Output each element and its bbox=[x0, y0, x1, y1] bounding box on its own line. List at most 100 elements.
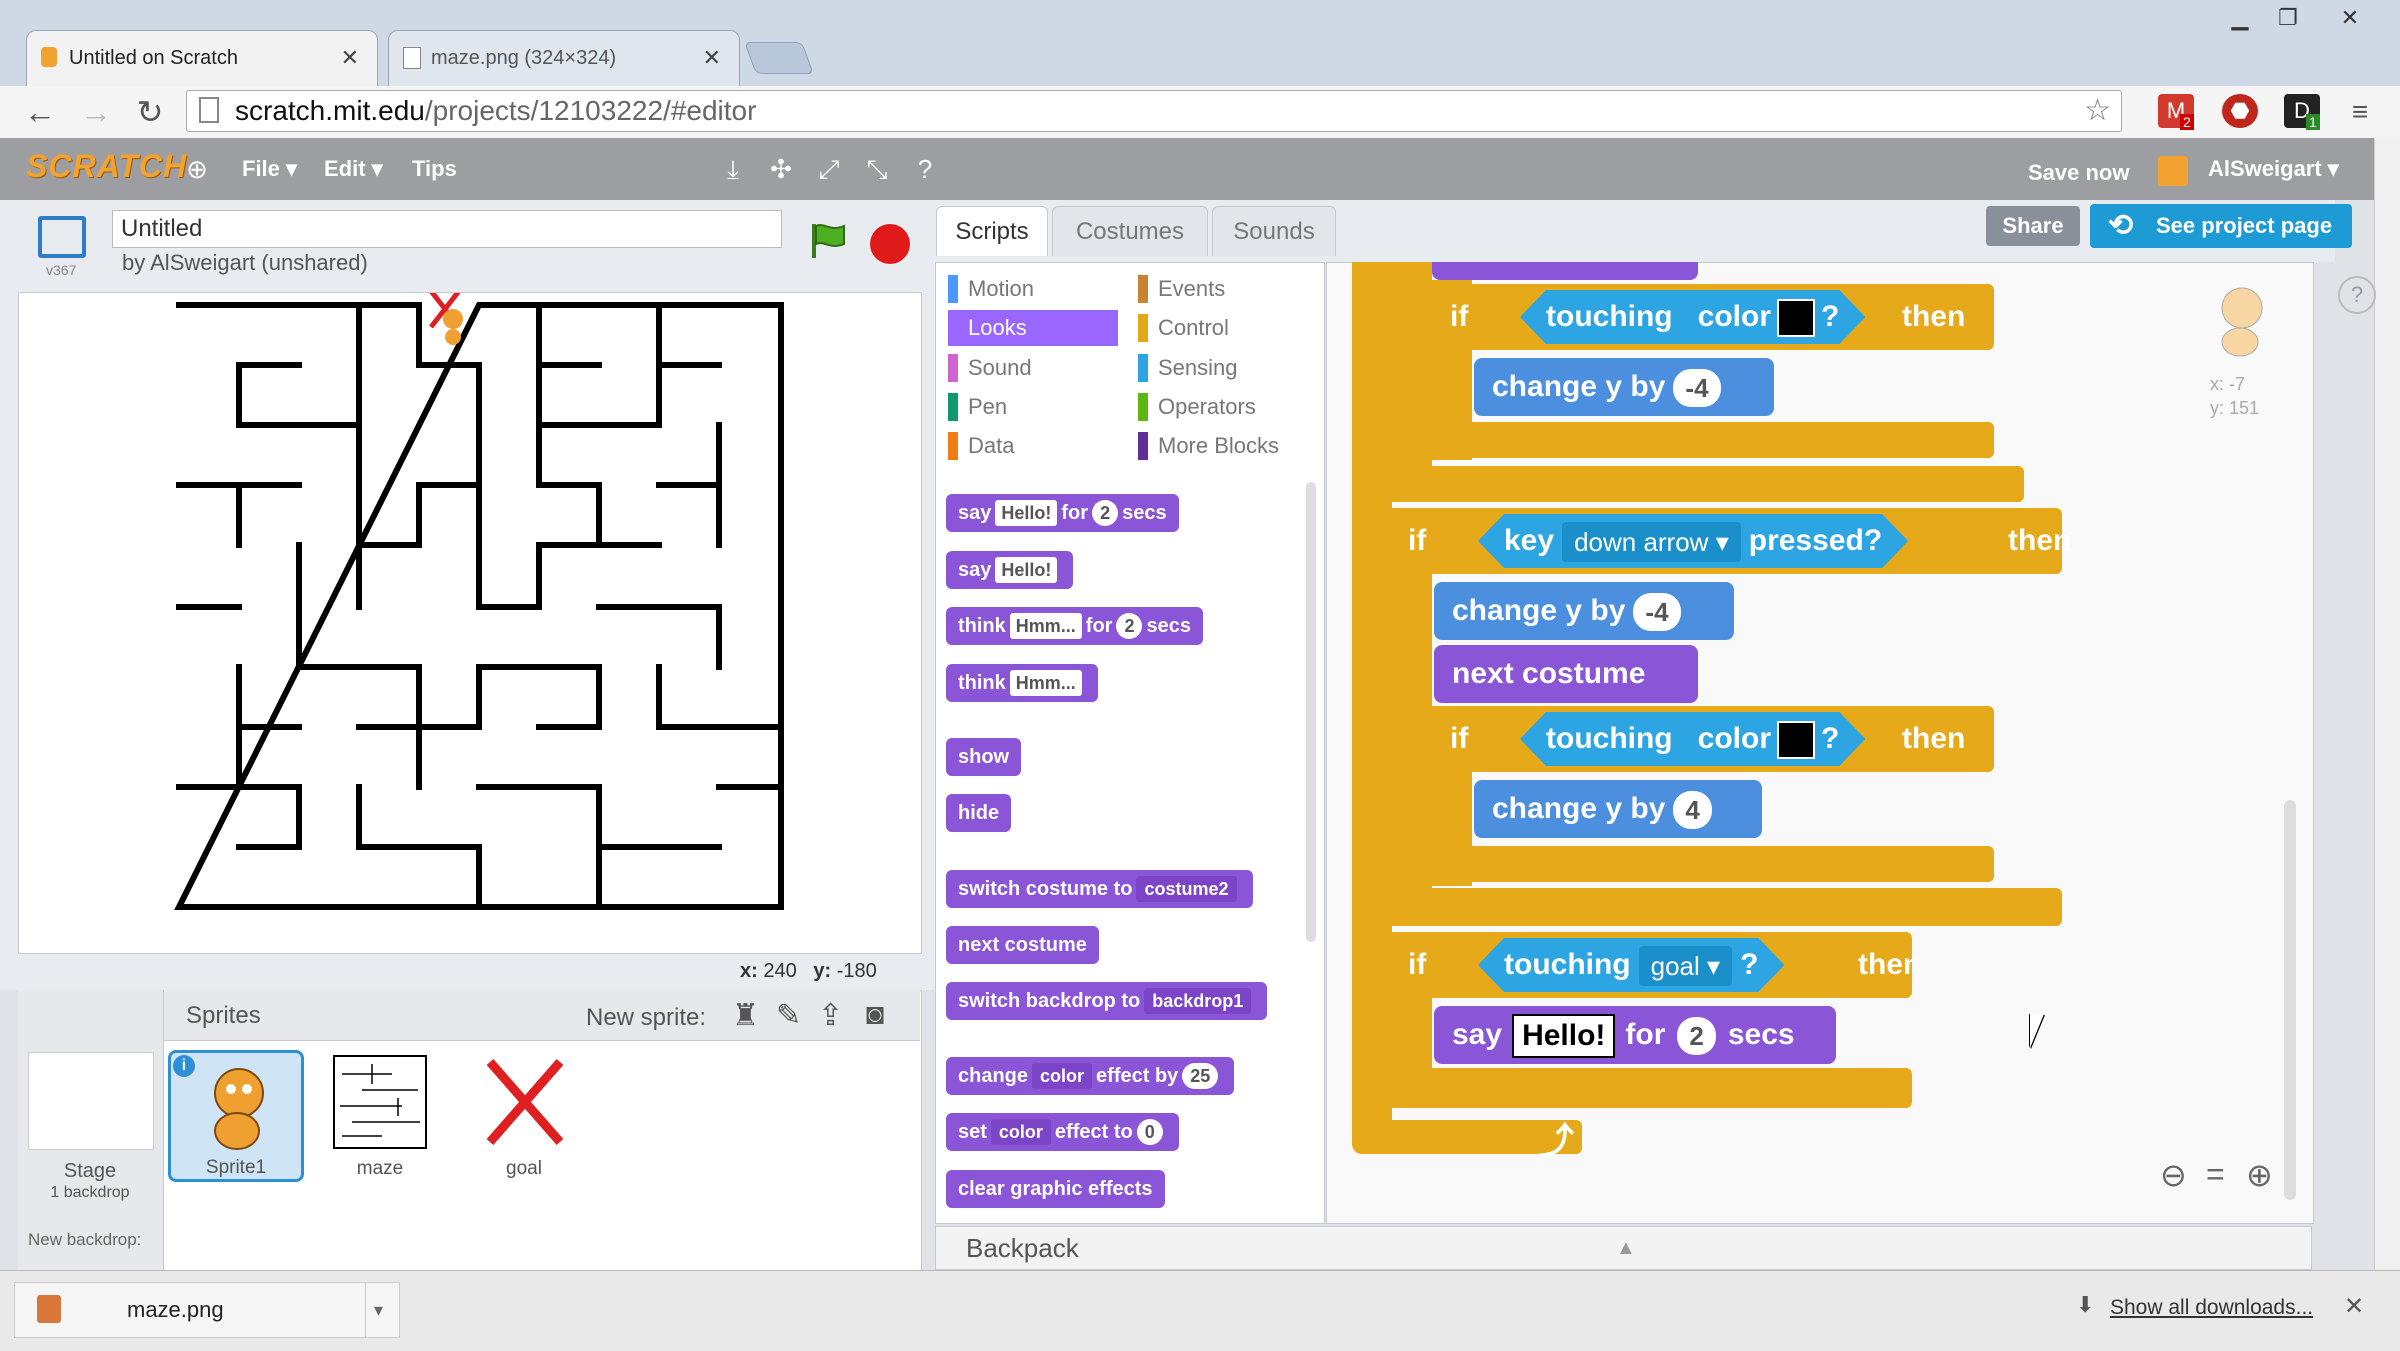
category-control[interactable]: Control bbox=[1138, 310, 1298, 346]
category-motion[interactable]: Motion bbox=[948, 271, 1108, 307]
minimize-icon[interactable]: ▁ bbox=[2220, 4, 2260, 32]
share-button[interactable]: Share bbox=[1986, 206, 2080, 246]
shrink-icon[interactable]: ⤡ bbox=[860, 152, 894, 186]
address-bar[interactable]: scratch.mit.edu/projects/12103222/#edito… bbox=[186, 90, 2122, 132]
paint-sprite-icon[interactable]: ✎ bbox=[776, 998, 801, 1033]
back-icon[interactable]: ← bbox=[20, 92, 60, 132]
help-icon[interactable]: ? bbox=[2338, 276, 2376, 314]
forward-icon[interactable]: → bbox=[76, 92, 116, 132]
block-set-effect[interactable]: set color effect to 0 bbox=[946, 1113, 1179, 1151]
save-now-button[interactable]: Save now bbox=[2028, 160, 2129, 186]
block-clear-graphic-effects[interactable]: clear graphic effects bbox=[946, 1170, 1165, 1208]
project-title-input[interactable]: Untitled bbox=[112, 210, 782, 248]
touching-sprite-sensor[interactable]: touching goal ▾? bbox=[1478, 938, 1784, 992]
if-touching-color-2-foot[interactable] bbox=[1432, 846, 1994, 882]
if-key-pressed-block[interactable]: if key down arrow ▾ pressed? then bbox=[1392, 508, 2071, 574]
color-swatch[interactable] bbox=[1777, 299, 1815, 337]
block-change-effect[interactable]: change color effect by 25 bbox=[946, 1057, 1235, 1095]
block-think[interactable]: think Hmm... bbox=[946, 664, 1098, 702]
close-download-bar-icon[interactable]: ✕ bbox=[2344, 1292, 2364, 1321]
tab-maze-png[interactable]: maze.png (324×324) ✕ bbox=[388, 30, 740, 86]
block-say-for-secs[interactable]: say Hello! for 2 secs bbox=[946, 494, 1179, 532]
grow-icon[interactable]: ⤢ bbox=[812, 152, 846, 186]
category-data[interactable]: Data bbox=[948, 428, 1108, 464]
sprite-library-icon[interactable]: ♜ bbox=[732, 998, 759, 1033]
backpack-panel[interactable]: Backpack ▲ bbox=[935, 1226, 2312, 1270]
if-touching-color-block-1[interactable]: if touching color? then bbox=[1432, 284, 1994, 350]
bookmark-star-icon[interactable]: ☆ bbox=[2084, 91, 2111, 131]
if-key-pressed-foot[interactable] bbox=[1392, 888, 2062, 926]
maximize-icon[interactable]: ❐ bbox=[2268, 4, 2308, 32]
tab-scratch[interactable]: Untitled on Scratch ✕ bbox=[26, 30, 378, 86]
block-show[interactable]: show bbox=[946, 738, 1022, 776]
globe-icon[interactable]: ⊕ bbox=[180, 152, 214, 186]
block-switch-backdrop[interactable]: switch backdrop to backdrop1 bbox=[946, 982, 1268, 1020]
previous-looks-block[interactable] bbox=[1432, 262, 1698, 280]
download-item[interactable]: maze.png ▾ bbox=[14, 1282, 400, 1338]
expand-up-icon[interactable]: ▲ bbox=[1616, 1227, 1636, 1269]
stop-icon[interactable] bbox=[870, 224, 910, 264]
scratch-logo[interactable]: SCRATCH bbox=[26, 148, 187, 185]
stage-thumbnail[interactable] bbox=[28, 1052, 154, 1150]
zoom-in-icon[interactable]: ⊕ bbox=[2246, 1156, 2273, 1194]
tab-sounds[interactable]: Sounds bbox=[1212, 206, 1336, 256]
download-options-icon[interactable]: ▾ bbox=[365, 1283, 383, 1337]
palette-scrollbar[interactable] bbox=[1306, 482, 1316, 942]
file-menu[interactable]: File ▾ bbox=[242, 156, 297, 182]
next-costume-block[interactable]: next costume bbox=[1434, 645, 1698, 703]
green-flag-icon[interactable] bbox=[808, 222, 848, 258]
show-all-downloads-link[interactable]: Show all downloads... bbox=[2110, 1296, 2313, 1320]
stage-canvas[interactable] bbox=[18, 292, 922, 954]
change-y-block-2[interactable]: change y by -4 bbox=[1434, 582, 1734, 640]
reload-icon[interactable]: ↻ bbox=[130, 92, 170, 132]
color-swatch[interactable] bbox=[1777, 721, 1815, 759]
menu-icon[interactable]: ≡ bbox=[2340, 92, 2380, 132]
category-pen[interactable]: Pen bbox=[948, 389, 1108, 425]
duplicate-icon[interactable]: ⤓ bbox=[716, 152, 750, 186]
block-say[interactable]: say Hello! bbox=[946, 551, 1074, 589]
block-hide[interactable]: hide bbox=[946, 794, 1012, 832]
if-group1-foot[interactable] bbox=[1392, 466, 2024, 502]
sprite-item-sprite1[interactable]: i Sprite1 bbox=[168, 1050, 304, 1182]
say-for-secs-block[interactable]: say Hello! for 2 secs bbox=[1434, 1006, 1836, 1064]
tab-costumes[interactable]: Costumes bbox=[1052, 206, 1208, 256]
zoom-reset-icon[interactable]: = bbox=[2206, 1156, 2225, 1193]
close-window-icon[interactable]: ✕ bbox=[2330, 4, 2370, 32]
if-touching-color-block-2[interactable]: if touching color? then bbox=[1432, 706, 1994, 772]
tab-scripts[interactable]: Scripts bbox=[936, 206, 1048, 256]
block-next-costume[interactable]: next costume bbox=[946, 926, 1099, 964]
fullscreen-icon[interactable] bbox=[38, 216, 86, 258]
outer-c-block-arm[interactable] bbox=[1352, 262, 1392, 1152]
category-looks[interactable]: Looks bbox=[948, 310, 1118, 346]
change-y-block-1[interactable]: change y by -4 bbox=[1474, 358, 1774, 416]
camera-icon[interactable]: ◙ bbox=[866, 998, 884, 1032]
sprite-item-goal[interactable]: goal bbox=[456, 1050, 592, 1182]
user-menu[interactable]: AlSweigart ▾ bbox=[2208, 156, 2339, 182]
edit-menu[interactable]: Edit ▾ bbox=[324, 156, 383, 182]
block-think-for-secs[interactable]: think Hmm... for 2 secs bbox=[946, 607, 1203, 645]
delete-icon[interactable]: ✣ bbox=[764, 152, 798, 186]
category-sensing[interactable]: Sensing bbox=[1138, 350, 1298, 386]
close-tab-icon[interactable]: ✕ bbox=[703, 45, 721, 71]
key-pressed-sensor[interactable]: key down arrow ▾ pressed? bbox=[1478, 514, 1908, 568]
category-sound[interactable]: Sound bbox=[948, 350, 1108, 386]
touching-color-sensor[interactable]: touching color? bbox=[1520, 290, 1865, 344]
adblock-extension-icon[interactable]: ⬣ bbox=[2222, 94, 2258, 128]
sprite-dropdown[interactable]: goal ▾ bbox=[1639, 946, 1732, 986]
if-touching-color-1-foot[interactable] bbox=[1432, 422, 1994, 458]
close-tab-icon[interactable]: ✕ bbox=[341, 45, 359, 71]
key-dropdown[interactable]: down arrow ▾ bbox=[1562, 522, 1741, 562]
category-more-blocks[interactable]: More Blocks bbox=[1138, 428, 1318, 464]
help-icon[interactable]: ? bbox=[908, 152, 942, 186]
script-scrollbar[interactable] bbox=[2284, 800, 2296, 1200]
if-touching-goal-block[interactable]: if touching goal ▾? then bbox=[1392, 932, 1921, 998]
block-switch-costume[interactable]: switch costume to costume2 bbox=[946, 870, 1253, 908]
see-project-page-button[interactable]: ⟲ See project page bbox=[2090, 204, 2352, 248]
if-touching-goal-foot[interactable] bbox=[1392, 1068, 1912, 1108]
tips-menu[interactable]: Tips bbox=[412, 156, 457, 182]
sprite-item-maze[interactable]: maze bbox=[312, 1050, 448, 1182]
change-y-block-3[interactable]: change y by 4 bbox=[1474, 780, 1762, 838]
new-tab-button[interactable] bbox=[744, 42, 814, 74]
zoom-out-icon[interactable]: ⊖ bbox=[2160, 1156, 2187, 1194]
category-events[interactable]: Events bbox=[1138, 271, 1298, 307]
